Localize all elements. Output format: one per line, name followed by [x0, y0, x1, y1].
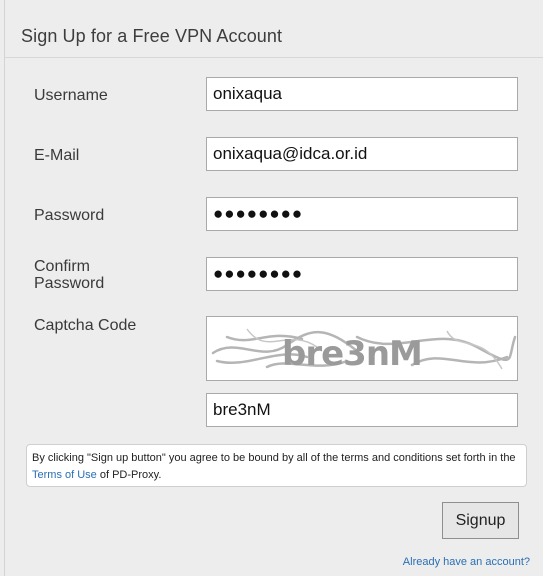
captcha-graphic: bre3nM [211, 328, 517, 374]
captcha-field[interactable]: bre3nM [206, 393, 518, 427]
signup-button[interactable]: Signup [442, 502, 519, 539]
email-label: E-Mail [34, 147, 80, 164]
password-label: Password [34, 207, 105, 224]
confirm-password-field[interactable]: ●●●●●●●● [206, 257, 518, 291]
username-label: Username [34, 87, 108, 104]
captcha-label: Captcha Code [34, 317, 137, 334]
username-field[interactable]: onixaqua [206, 77, 518, 111]
captcha-image: bre3nM [206, 316, 518, 381]
confirm-password-label: Confirm Password [34, 258, 104, 292]
email-field[interactable]: onixaqua@idca.or.id [206, 137, 518, 171]
signup-panel: Sign Up for a Free VPN Account Username … [4, 0, 543, 576]
terms-of-use-link[interactable]: Terms of Use [32, 469, 97, 481]
title-divider [5, 57, 543, 58]
confirm-password-label-line1: Confirm [34, 258, 91, 275]
password-field[interactable]: ●●●●●●●● [206, 197, 518, 231]
already-have-account-link[interactable]: Already have an account? [403, 556, 530, 568]
terms-text-end: of PD-Proxy. [96, 469, 162, 481]
page-title: Sign Up for a Free VPN Account [21, 26, 283, 46]
confirm-password-label-line2: Password [34, 275, 105, 292]
terms-text: By clicking "Sign up button" you agree t… [32, 452, 516, 464]
terms-notice: By clicking "Sign up button" you agree t… [26, 444, 527, 487]
captcha-text: bre3nM [282, 334, 422, 374]
